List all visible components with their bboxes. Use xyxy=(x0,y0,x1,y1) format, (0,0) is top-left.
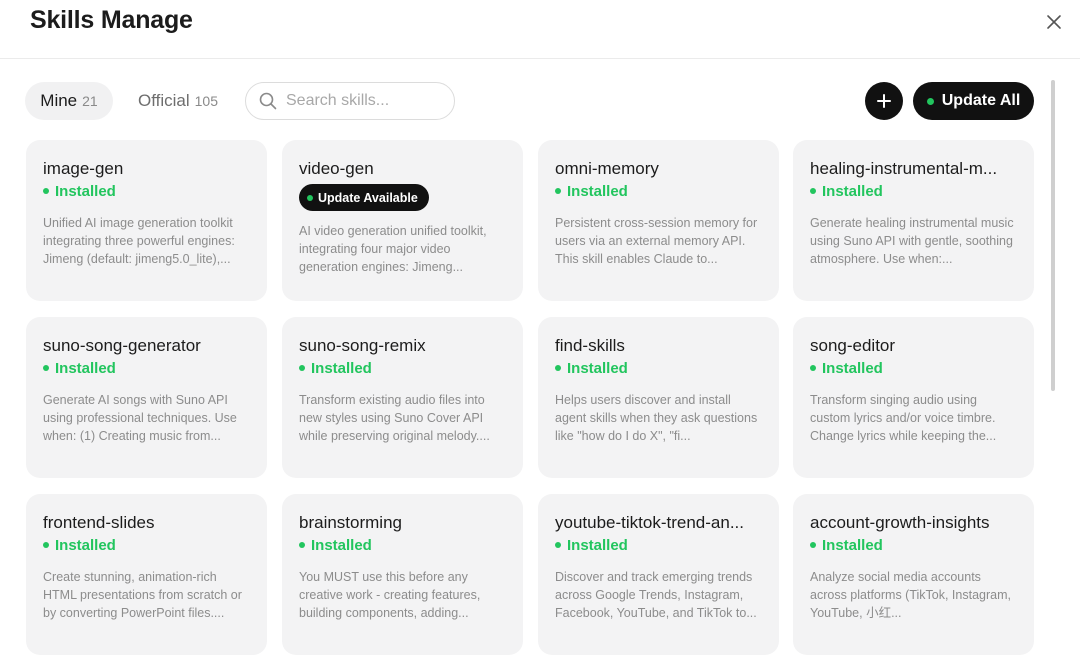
status-label: Installed xyxy=(55,536,116,554)
status-dot xyxy=(555,365,561,371)
status-dot xyxy=(43,188,49,194)
skill-name: brainstorming xyxy=(299,513,402,532)
update-all-label: Update All xyxy=(941,92,1021,109)
skill-description: AI video generation unified toolkit, int… xyxy=(299,224,487,274)
search-box[interactable] xyxy=(245,82,455,120)
search-input[interactable] xyxy=(286,92,446,110)
status-dot xyxy=(555,188,561,194)
search-icon xyxy=(259,92,277,110)
skill-card[interactable]: suno-song-generator Installed Generate AI … xyxy=(26,317,267,478)
close-icon[interactable] xyxy=(1043,11,1065,33)
skill-name: find-skills xyxy=(555,336,625,355)
status-label: Installed xyxy=(311,536,372,554)
skill-card[interactable]: healing-instrumental-m... Installed Genera… xyxy=(793,140,1034,301)
skill-name: omni-memory xyxy=(555,159,659,178)
tab-mine[interactable]: Mine 21 xyxy=(25,82,113,120)
installed-status: Installed xyxy=(555,182,763,200)
status-label: Update Available xyxy=(318,190,418,205)
installed-status: Installed xyxy=(810,182,1018,200)
skill-card[interactable]: frontend-slides Installed Create stunning,… xyxy=(26,494,267,655)
status-label: Installed xyxy=(822,182,883,200)
status-dot xyxy=(926,97,934,105)
skill-card[interactable]: video-gen Update Available AI video genera… xyxy=(282,140,523,301)
status-dot xyxy=(307,194,313,201)
scrollbar[interactable] xyxy=(1051,80,1055,391)
status-dot xyxy=(810,188,816,194)
skill-card[interactable]: find-skills Installed Helps users discover… xyxy=(538,317,779,478)
skill-name: youtube-tiktok-trend-an... xyxy=(555,513,744,532)
status-dot xyxy=(555,542,561,548)
skill-description: Helps users discover and install agent s… xyxy=(555,393,758,443)
tab-mine-count: 21 xyxy=(82,93,98,109)
skill-name: song-editor xyxy=(810,336,896,355)
skill-description: Create stunning, animation-rich HTML pre… xyxy=(43,570,242,620)
toolbar: Mine 21 Official 105 Update All xyxy=(0,80,1080,122)
status-dot xyxy=(299,542,305,548)
skill-description: Discover and track emerging trends acros… xyxy=(555,570,757,620)
skill-name: account-growth-insights xyxy=(810,513,990,532)
dialog-header: Skills Manage xyxy=(0,0,1080,59)
installed-status: Installed xyxy=(43,182,251,200)
status-label: Installed xyxy=(55,182,116,200)
status-label: Installed xyxy=(567,536,628,554)
installed-status: Installed xyxy=(43,536,251,554)
page-title: Skills Manage xyxy=(30,6,193,34)
skill-name: healing-instrumental-m... xyxy=(810,159,998,178)
skill-description: Generate AI songs with Suno API using pr… xyxy=(43,393,237,443)
status-label: Installed xyxy=(822,536,883,554)
skill-description: Unified AI image generation toolkit inte… xyxy=(43,216,235,266)
skill-card[interactable]: omni-memory Installed Persistent cross-ses… xyxy=(538,140,779,301)
tab-official-count: 105 xyxy=(194,93,218,109)
skill-name: frontend-slides xyxy=(43,513,155,532)
skill-name: video-gen xyxy=(299,159,374,178)
installed-status: Installed xyxy=(810,536,1018,554)
status-dot xyxy=(43,542,49,548)
skill-card[interactable]: image-gen Installed Unified AI image gener… xyxy=(26,140,267,301)
status-dot xyxy=(810,542,816,548)
status-dot xyxy=(299,365,305,371)
status-label: Installed xyxy=(311,359,372,377)
tab-official-label: Official xyxy=(137,91,190,110)
update-available-badge[interactable]: Update Available xyxy=(299,184,429,211)
skill-description: Transform existing audio files into new … xyxy=(299,393,490,443)
installed-status: Installed xyxy=(810,359,1018,377)
skill-card[interactable]: suno-song-remix Installed Transform existi… xyxy=(282,317,523,478)
tab-official[interactable]: Official 105 xyxy=(124,82,232,120)
installed-status: Installed xyxy=(43,359,251,377)
skill-description: Analyze social media accounts across pla… xyxy=(810,570,1011,620)
update-all-button[interactable]: Update All xyxy=(913,82,1034,120)
skill-description: Generate healing instrumental music usin… xyxy=(810,216,1014,266)
installed-status: Installed xyxy=(555,359,763,377)
status-label: Installed xyxy=(567,182,628,200)
skill-name: image-gen xyxy=(43,159,124,178)
add-skill-button[interactable] xyxy=(865,82,903,120)
status-dot xyxy=(810,365,816,371)
skill-description: Transform singing audio using custom lyr… xyxy=(810,393,997,443)
skill-card[interactable]: brainstorming Installed You MUST use this … xyxy=(282,494,523,655)
status-label: Installed xyxy=(822,359,883,377)
skill-description: Persistent cross-session memory for user… xyxy=(555,216,758,266)
skill-name: suno-song-generator xyxy=(43,336,201,355)
installed-status: Installed xyxy=(555,536,763,554)
installed-status: Installed xyxy=(299,359,507,377)
status-label: Installed xyxy=(55,359,116,377)
installed-status: Installed xyxy=(299,536,507,554)
skill-description: You MUST use this before any creative wo… xyxy=(299,570,481,620)
skill-card[interactable]: account-growth-insights Installed Analyze … xyxy=(793,494,1034,655)
status-label: Installed xyxy=(567,359,628,377)
skill-card[interactable]: youtube-tiktok-trend-an... Installed Disco… xyxy=(538,494,779,655)
skill-name: suno-song-remix xyxy=(299,336,426,355)
plus-icon xyxy=(877,94,891,108)
tab-mine-label: Mine xyxy=(40,91,78,110)
skill-card[interactable]: song-editor Installed Transform singing au… xyxy=(793,317,1034,478)
status-dot xyxy=(43,365,49,371)
